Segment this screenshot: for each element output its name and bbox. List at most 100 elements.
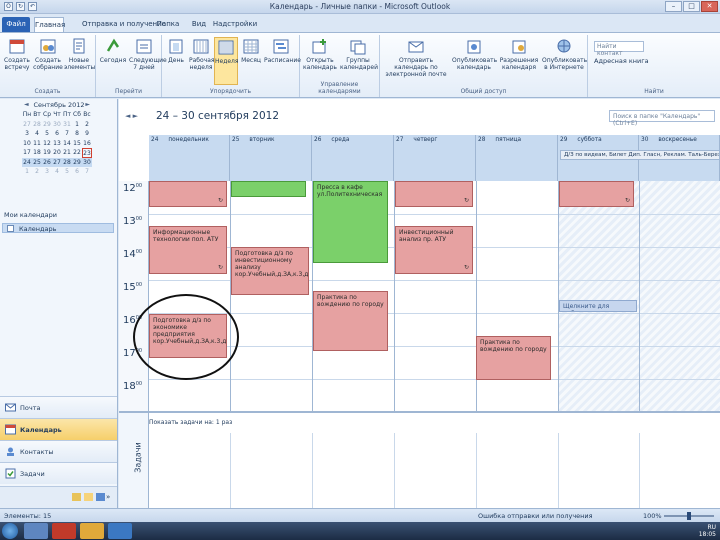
taskbar-chrome-icon[interactable] — [80, 523, 104, 539]
event-tue-invest[interactable]: Подготовка д/з по инвестиционному анализ… — [231, 247, 309, 295]
schedule-view-button[interactable]: Расписание — [264, 37, 301, 85]
mini-calendar-day[interactable]: 30 — [82, 157, 92, 167]
mini-calendar-day[interactable]: 24 — [22, 157, 32, 167]
today-button[interactable]: Сегодня — [98, 37, 128, 85]
mini-calendar-day[interactable]: 5 — [42, 129, 52, 139]
mini-calendar-day[interactable]: 23 — [82, 148, 92, 158]
day-header[interactable]: 28 пятница — [476, 135, 558, 147]
calendar-groups-button[interactable]: Группы календарей — [340, 37, 378, 85]
shortcuts-icon[interactable] — [96, 493, 105, 501]
zoom-slider-thumb[interactable] — [687, 512, 691, 520]
nav-contacts[interactable]: Контакты — [0, 440, 117, 462]
allday-band[interactable] — [312, 147, 394, 181]
event-mon-econ[interactable]: Подготовка д/з по экономике предприятия … — [149, 314, 227, 358]
day-header[interactable]: 24 понедельник — [149, 135, 230, 147]
week-view-button[interactable]: Неделя — [214, 37, 239, 85]
publish-calendar-button[interactable]: Опубликовать календарь — [452, 37, 497, 85]
mini-calendar-day[interactable]: 13 — [52, 139, 62, 149]
event-mon-top[interactable]: ↻ — [149, 181, 227, 207]
taskbar-outlook-icon[interactable] — [108, 523, 132, 539]
weekend-column-sun[interactable] — [639, 181, 720, 411]
day-view-button[interactable]: День — [164, 37, 188, 85]
mini-calendar-day[interactable]: 18 — [32, 148, 42, 158]
event-sat-top[interactable]: ↻ — [559, 181, 634, 207]
mini-calendar-day[interactable]: 9 — [82, 129, 92, 139]
next-month-icon[interactable]: ► — [85, 101, 90, 108]
event-tue-green[interactable] — [231, 181, 306, 197]
system-tray[interactable]: RU 18:05 — [699, 524, 716, 538]
calendar-search-input[interactable]: Поиск в папке "Календарь" (Ctrl+E) — [609, 110, 715, 127]
taskbar-explorer-icon[interactable] — [24, 523, 48, 539]
open-calendar-button[interactable]: Открыть календарь — [302, 37, 338, 85]
checkbox-icon[interactable] — [7, 225, 14, 232]
event-thu-invest[interactable]: Инвестиционный анализ пр. АТУ ↻ — [395, 226, 473, 274]
mini-calendar-day[interactable]: 4 — [52, 167, 62, 177]
next-7-days-button[interactable]: Следующие 7 дней — [129, 37, 167, 85]
mini-calendar-day[interactable]: 28 — [32, 120, 42, 130]
new-items-button[interactable]: Новые элементы — [64, 37, 95, 85]
email-calendar-button[interactable]: Отправить календарь по электронной почте — [382, 37, 450, 85]
day-header[interactable]: 25 вторник — [230, 135, 312, 147]
mini-calendar-day[interactable]: 5 — [62, 167, 72, 177]
configure-buttons-icon[interactable]: » — [106, 493, 112, 501]
allday-band[interactable] — [476, 147, 558, 181]
mini-calendar-day[interactable]: 1 — [72, 120, 82, 130]
mini-calendar-day[interactable]: 14 — [62, 139, 72, 149]
mini-calendar-day[interactable]: 20 — [52, 148, 62, 158]
mini-calendar-day[interactable]: 3 — [42, 167, 52, 177]
notes-icon[interactable] — [84, 493, 93, 501]
address-book-button[interactable]: Адресная книга — [594, 57, 649, 65]
tab-file[interactable]: Файл — [2, 17, 30, 32]
event-mon-it[interactable]: Информационные технологии пол. АТУ ↻ — [149, 226, 227, 274]
nav-mail[interactable]: Почта — [0, 396, 117, 418]
start-button[interactable] — [2, 523, 18, 539]
prev-month-icon[interactable]: ◄ — [24, 101, 29, 108]
mini-calendar-day[interactable]: 29 — [72, 157, 82, 167]
calendar-folder-item[interactable]: Календарь — [2, 223, 114, 233]
mini-calendar-day[interactable]: 16 — [82, 139, 92, 149]
mini-calendar-day[interactable]: 21 — [62, 148, 72, 158]
mini-calendar-day[interactable]: 17 — [22, 148, 32, 158]
new-appointment-button[interactable]: Создать встречу — [2, 37, 32, 85]
allday-event[interactable]: Д/З по видеам, Билет Дип. Гласн, Реклам.… — [560, 150, 720, 160]
mini-calendar-day[interactable]: 7 — [62, 129, 72, 139]
close-button[interactable]: ✕ — [701, 1, 718, 12]
allday-band[interactable] — [149, 147, 230, 181]
find-contact-input[interactable]: Найти контакт — [594, 41, 644, 57]
mini-calendar-day[interactable]: 28 — [62, 157, 72, 167]
calendar-permissions-button[interactable]: Разрешения календаря — [498, 37, 540, 85]
taskbar-opera-icon[interactable] — [52, 523, 76, 539]
mini-calendar-day[interactable]: 6 — [72, 167, 82, 177]
day-header[interactable]: 26 среда — [312, 135, 394, 147]
mini-calendar-day[interactable]: 29 — [42, 120, 52, 130]
mini-calendar-day[interactable]: 6 — [52, 129, 62, 139]
nav-tasks[interactable]: Задачи — [0, 462, 117, 484]
work-week-button[interactable]: Рабочая неделя — [189, 37, 215, 85]
month-view-button[interactable]: Месяц — [239, 37, 263, 85]
mini-calendar-day[interactable]: 19 — [42, 148, 52, 158]
mini-calendar-day[interactable]: 2 — [32, 167, 42, 177]
event-thu-top[interactable]: ↻ — [395, 181, 473, 207]
mini-calendar-day[interactable]: 11 — [32, 139, 42, 149]
tasks-hint[interactable]: Показать задачи на: 1 раз — [149, 419, 232, 426]
mini-calendar-day[interactable]: 30 — [52, 120, 62, 130]
mini-calendar-day[interactable]: 4 — [32, 129, 42, 139]
mini-calendar-day[interactable]: 2 — [82, 120, 92, 130]
mini-calendar-day[interactable]: 12 — [42, 139, 52, 149]
tab-addins[interactable]: Надстройки — [212, 17, 258, 32]
tab-folder[interactable]: Папка — [154, 17, 182, 32]
my-calendars-label[interactable]: Мои календари — [4, 211, 57, 219]
mini-calendar-day[interactable]: 26 — [42, 157, 52, 167]
allday-band[interactable] — [230, 147, 312, 181]
mini-calendar-day[interactable]: 3 — [22, 129, 32, 139]
maximize-button[interactable]: □ — [683, 1, 700, 12]
day-header[interactable]: 30 воскресенье — [639, 135, 720, 147]
mini-calendar-day[interactable]: 31 — [62, 120, 72, 130]
mini-calendar-day[interactable]: 8 — [72, 129, 82, 139]
click-to-add-event[interactable]: Щелкните для добавления — [559, 300, 637, 312]
allday-band[interactable] — [394, 147, 476, 181]
minimize-button[interactable]: – — [665, 1, 682, 12]
day-header[interactable]: 27 четверг — [394, 135, 476, 147]
tab-home[interactable]: Главная — [34, 17, 65, 32]
event-wed-cafe[interactable]: Пресса в кафе ул.Политехническая — [313, 181, 388, 263]
